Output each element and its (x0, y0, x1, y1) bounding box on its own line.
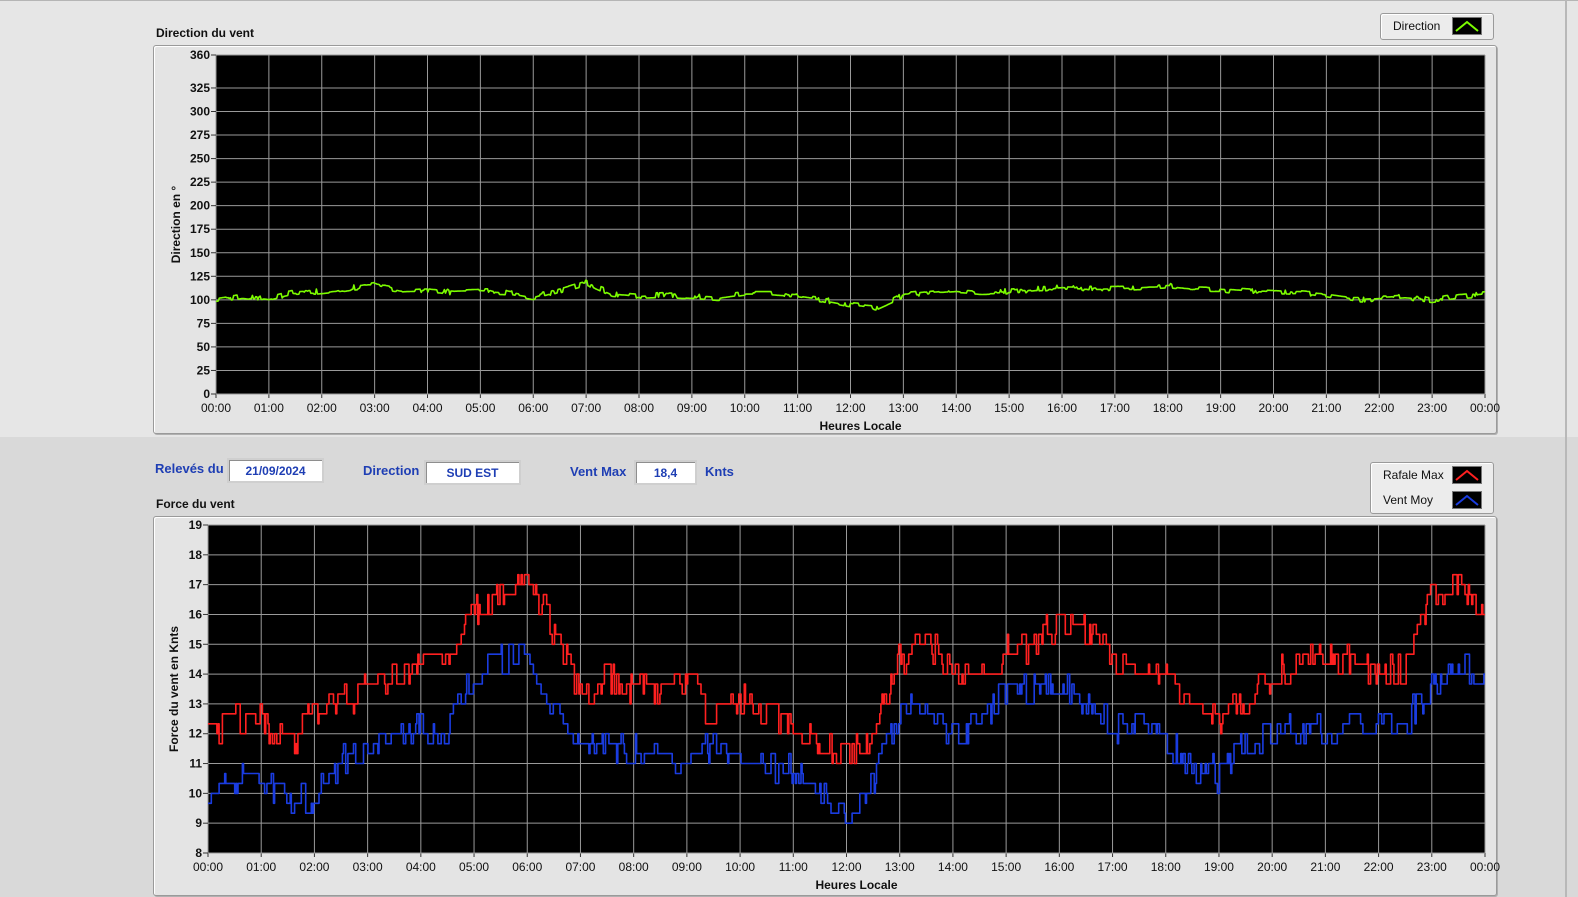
x-tick-label: 12:00 (831, 860, 861, 874)
x-tick-label: 09:00 (672, 860, 702, 874)
x-tick-label: 06:00 (512, 860, 542, 874)
y-tick-label: 12 (189, 727, 203, 741)
x-tick-label: 15:00 (991, 860, 1021, 874)
x-tick-label: 11:00 (779, 860, 808, 874)
y-tick-label: 10 (189, 786, 203, 800)
y-tick-label: 13 (189, 697, 203, 711)
y-tick-label: 9 (195, 816, 202, 830)
x-tick-label: 17:00 (1098, 860, 1128, 874)
y-tick-label: 16 (189, 607, 203, 621)
x-tick-label: 16:00 (1044, 860, 1074, 874)
x-tick-label: 19:00 (1204, 860, 1234, 874)
force-chart[interactable]: 00:00 01:00 02:00 03:00 04:00 05:00 06:00 07:00… (0, 0, 1578, 897)
y-tick-label: 15 (189, 637, 203, 651)
y-axis-title: Force du vent en Knts (167, 626, 181, 752)
x-tick-label: 14:00 (938, 860, 968, 874)
x-axis-title: Heures Locale (815, 878, 897, 892)
x-tick-label: 02:00 (299, 860, 329, 874)
x-tick-label: 00:00 (1470, 860, 1500, 874)
x-tick-label: 08:00 (619, 860, 649, 874)
y-tick-label: 17 (189, 578, 203, 592)
x-tick-label: 07:00 (565, 860, 595, 874)
y-tick-label: 18 (189, 548, 203, 562)
x-tick-label: 23:00 (1417, 860, 1447, 874)
x-tick-label: 04:00 (406, 860, 436, 874)
x-tick-label: 03:00 (353, 860, 383, 874)
x-tick-label: 05:00 (459, 860, 489, 874)
y-tick-label: 11 (189, 757, 202, 771)
x-tick-label: 13:00 (885, 860, 915, 874)
x-tick-label: 21:00 (1310, 860, 1340, 874)
y-tick-label: 19 (189, 518, 203, 532)
y-tick-label: 14 (189, 667, 203, 681)
x-tick-label: 01:00 (246, 860, 276, 874)
x-tick-label: 22:00 (1364, 860, 1394, 874)
y-tick-label: 8 (195, 846, 202, 860)
x-tick-label: 10:00 (725, 860, 755, 874)
x-tick-label: 20:00 (1257, 860, 1287, 874)
x-tick-label: 00:00 (193, 860, 223, 874)
x-tick-label: 18:00 (1151, 860, 1181, 874)
